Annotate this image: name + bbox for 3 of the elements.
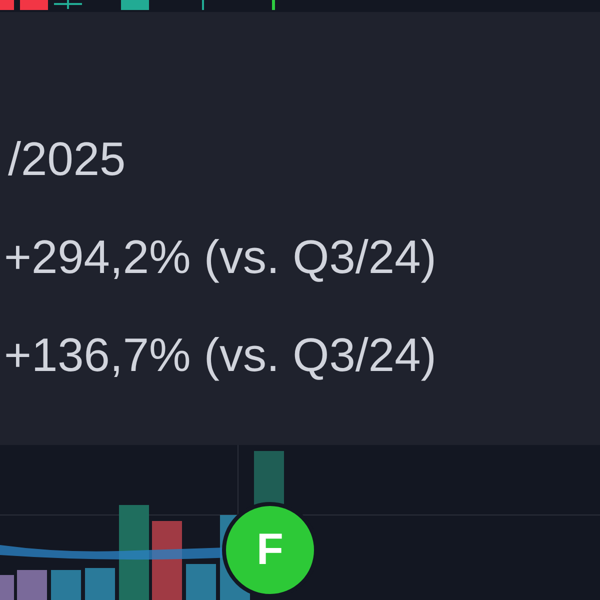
tooltip-text: +136,7% (vs. Q3/24)	[4, 327, 436, 383]
tooltip-text: +294,2% (vs. Q3/24)	[4, 229, 436, 285]
tooltip-text: /2025	[7, 131, 126, 187]
